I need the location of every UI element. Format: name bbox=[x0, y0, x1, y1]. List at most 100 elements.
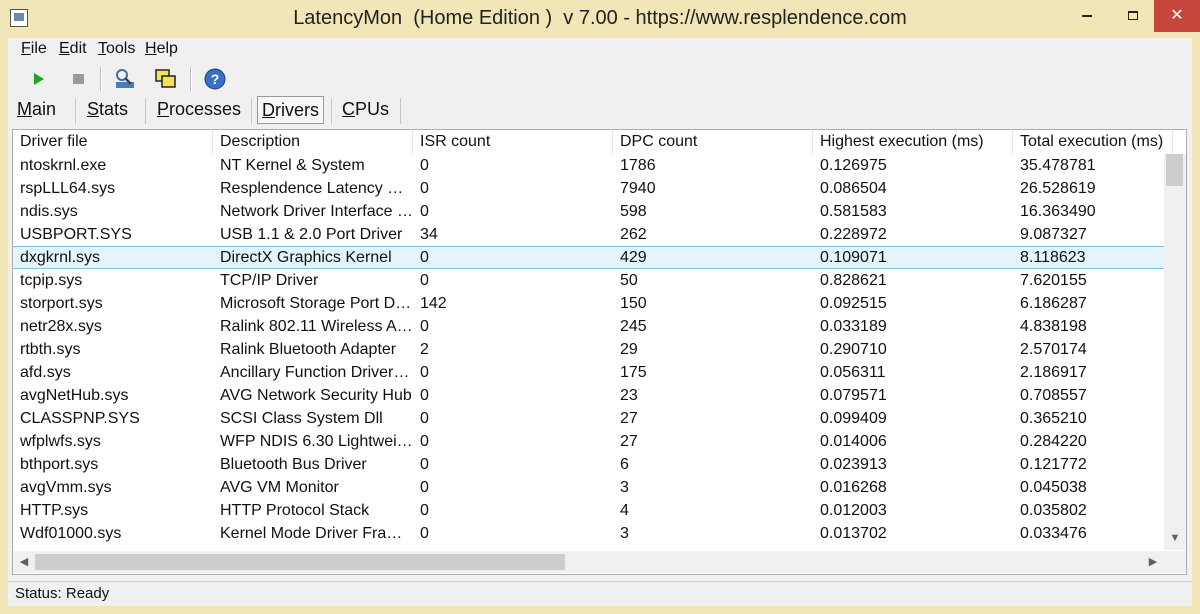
table-row[interactable]: ntoskrnl.exe NT Kernel & System 0 1786 0.126… bbox=[13, 154, 1165, 177]
cell-driver-file: rspLLL64.sys bbox=[20, 180, 116, 197]
cell-highest-execution: 0.079571 bbox=[820, 387, 887, 404]
cell-total-execution: 6.186287 bbox=[1020, 295, 1087, 312]
table-row[interactable]: storport.sys Microsoft Storage Port Drive… bbox=[13, 292, 1165, 315]
stop-button[interactable] bbox=[66, 66, 92, 92]
vertical-scrollbar[interactable]: ▼ bbox=[1164, 154, 1186, 550]
cell-isr-count: 0 bbox=[420, 157, 429, 174]
table-row[interactable]: wfplwfs.sys WFP NDIS 6.30 Lightweight Fil… bbox=[13, 430, 1165, 453]
cell-highest-execution: 0.126975 bbox=[820, 157, 887, 174]
cell-highest-execution: 0.828621 bbox=[820, 272, 887, 289]
tab-cpus[interactable]: CPUs bbox=[338, 96, 393, 124]
cell-description: Ralink 802.11 Wireless Adapter Driver bbox=[220, 318, 413, 335]
cell-driver-file: bthport.sys bbox=[20, 456, 99, 473]
cell-highest-execution: 0.228972 bbox=[820, 226, 887, 243]
cell-highest-execution: 0.086504 bbox=[820, 180, 887, 197]
table-row[interactable]: USBPORT.SYS USB 1.1 & 2.0 Port Driver 34 26… bbox=[13, 223, 1165, 246]
table-row[interactable]: afd.sys Ancillary Function Driver for Win… bbox=[13, 361, 1165, 384]
table-row[interactable]: HTTP.sys HTTP Protocol Stack 0 4 0.012003 0.0… bbox=[13, 499, 1165, 522]
analyze-button[interactable] bbox=[112, 66, 138, 92]
column-header-total-execution[interactable]: Total execution (ms) bbox=[1013, 130, 1173, 154]
cell-dpc-count: 29 bbox=[620, 341, 638, 358]
windows-button[interactable] bbox=[152, 66, 178, 92]
table-row[interactable]: CLASSPNP.SYS SCSI Class System Dll 0 27 0.09… bbox=[13, 407, 1165, 430]
cell-isr-count: 142 bbox=[420, 295, 447, 312]
cell-isr-count: 2 bbox=[420, 341, 429, 358]
title-bar[interactable]: LatencyMon (Home Edition ) v 7.00 - http… bbox=[0, 0, 1200, 38]
cell-dpc-count: 23 bbox=[620, 387, 638, 404]
horizontal-scroll-thumb[interactable] bbox=[35, 554, 565, 570]
column-header-isr-count[interactable]: ISR count bbox=[413, 130, 613, 154]
minimize-icon bbox=[1082, 14, 1092, 17]
cell-driver-file: USBPORT.SYS bbox=[20, 226, 132, 243]
cell-highest-execution: 0.012003 bbox=[820, 502, 887, 519]
cell-dpc-count: 1786 bbox=[620, 157, 656, 174]
cell-highest-execution: 0.290710 bbox=[820, 341, 887, 358]
horizontal-scrollbar[interactable]: ◀ ▶ bbox=[13, 551, 1164, 573]
cell-description: DirectX Graphics Kernel bbox=[220, 249, 392, 266]
menu-file[interactable]: File bbox=[21, 40, 47, 58]
tab-processes[interactable]: Processes bbox=[153, 96, 245, 124]
client-area: File Edit Tools Help ? Main Stats Proces… bbox=[8, 38, 1192, 606]
cell-isr-count: 0 bbox=[420, 387, 429, 404]
scroll-down-icon[interactable]: ▼ bbox=[1164, 532, 1186, 544]
cell-driver-file: ntoskrnl.exe bbox=[20, 157, 107, 174]
cell-description: AVG Network Security Hub bbox=[220, 387, 412, 404]
cell-total-execution: 0.284220 bbox=[1020, 433, 1087, 450]
tab-stats[interactable]: Stats bbox=[83, 96, 132, 124]
scrollbar-corner bbox=[1164, 551, 1186, 573]
table-row[interactable]: ndis.sys Network Driver Interface Specifi… bbox=[13, 200, 1165, 223]
cell-highest-execution: 0.023913 bbox=[820, 456, 887, 473]
cell-highest-execution: 0.014006 bbox=[820, 433, 887, 450]
cell-description: NT Kernel & System bbox=[220, 157, 365, 174]
table-row[interactable]: avgVmm.sys AVG VM Monitor 0 3 0.016268 0.0450… bbox=[13, 476, 1165, 499]
maximize-button[interactable] bbox=[1110, 0, 1156, 32]
tab-separator bbox=[331, 98, 332, 124]
tab-separator bbox=[145, 98, 146, 124]
column-header-driver-file[interactable]: Driver file bbox=[13, 130, 213, 154]
table-row[interactable]: tcpip.sys TCP/IP Driver 0 50 0.828621 7.62015… bbox=[13, 269, 1165, 292]
tab-drivers[interactable]: Drivers bbox=[257, 96, 324, 124]
cell-description: WFP NDIS 6.30 Lightweight Filter Driver bbox=[220, 433, 413, 450]
scroll-left-icon[interactable]: ◀ bbox=[13, 555, 35, 568]
table-row[interactable]: dxgkrnl.sys DirectX Graphics Kernel 0 429 0.… bbox=[13, 246, 1165, 269]
cell-description: Bluetooth Bus Driver bbox=[220, 456, 367, 473]
cell-total-execution: 16.363490 bbox=[1020, 203, 1096, 220]
column-header-description[interactable]: Description bbox=[213, 130, 413, 154]
table-row[interactable]: avgNetHub.sys AVG Network Security Hub 0 23… bbox=[13, 384, 1165, 407]
table-row[interactable]: rtbth.sys Ralink Bluetooth Adapter 2 29 0.29… bbox=[13, 338, 1165, 361]
menu-help[interactable]: Help bbox=[145, 40, 178, 58]
maximize-icon bbox=[1128, 11, 1138, 21]
windows-icon bbox=[155, 69, 176, 88]
cell-isr-count: 0 bbox=[420, 410, 429, 427]
vertical-scroll-thumb[interactable] bbox=[1166, 154, 1183, 186]
cell-description: TCP/IP Driver bbox=[220, 272, 319, 289]
tab-separator bbox=[251, 98, 252, 124]
cell-driver-file: storport.sys bbox=[20, 295, 103, 312]
column-header-dpc-count[interactable]: DPC count bbox=[613, 130, 813, 154]
cell-driver-file: wfplwfs.sys bbox=[20, 433, 101, 450]
drivers-list[interactable]: Driver file Description ISR count DPC count… bbox=[12, 129, 1187, 575]
table-row[interactable]: Wdf01000.sys Kernel Mode Driver Framework… bbox=[13, 522, 1165, 545]
cell-isr-count: 0 bbox=[420, 364, 429, 381]
status-text: Status: Ready bbox=[15, 585, 110, 602]
cell-total-execution: 26.528619 bbox=[1020, 180, 1096, 197]
cell-dpc-count: 150 bbox=[620, 295, 647, 312]
close-button[interactable]: ✕ bbox=[1154, 0, 1200, 32]
menu-tools[interactable]: Tools bbox=[98, 40, 135, 58]
start-button[interactable] bbox=[26, 66, 52, 92]
cell-driver-file: Wdf01000.sys bbox=[20, 525, 122, 542]
table-row[interactable]: rspLLL64.sys Resplendence Latency Monitor… bbox=[13, 177, 1165, 200]
cell-highest-execution: 0.013702 bbox=[820, 525, 887, 542]
help-button[interactable]: ? bbox=[202, 66, 228, 92]
scroll-right-icon[interactable]: ▶ bbox=[1142, 555, 1164, 568]
minimize-button[interactable] bbox=[1064, 0, 1110, 32]
menu-edit[interactable]: Edit bbox=[59, 40, 87, 58]
cell-driver-file: CLASSPNP.SYS bbox=[20, 410, 140, 427]
table-row[interactable]: netr28x.sys Ralink 802.11 Wireless Adapte… bbox=[13, 315, 1165, 338]
tab-main[interactable]: Main bbox=[13, 96, 60, 124]
cell-driver-file: avgNetHub.sys bbox=[20, 387, 129, 404]
cell-description: Network Driver Interface Specification (… bbox=[220, 203, 413, 220]
cell-highest-execution: 0.016268 bbox=[820, 479, 887, 496]
column-header-highest-execution[interactable]: Highest execution (ms) bbox=[813, 130, 1013, 154]
table-row[interactable]: bthport.sys Bluetooth Bus Driver 0 6 0.02391… bbox=[13, 453, 1165, 476]
